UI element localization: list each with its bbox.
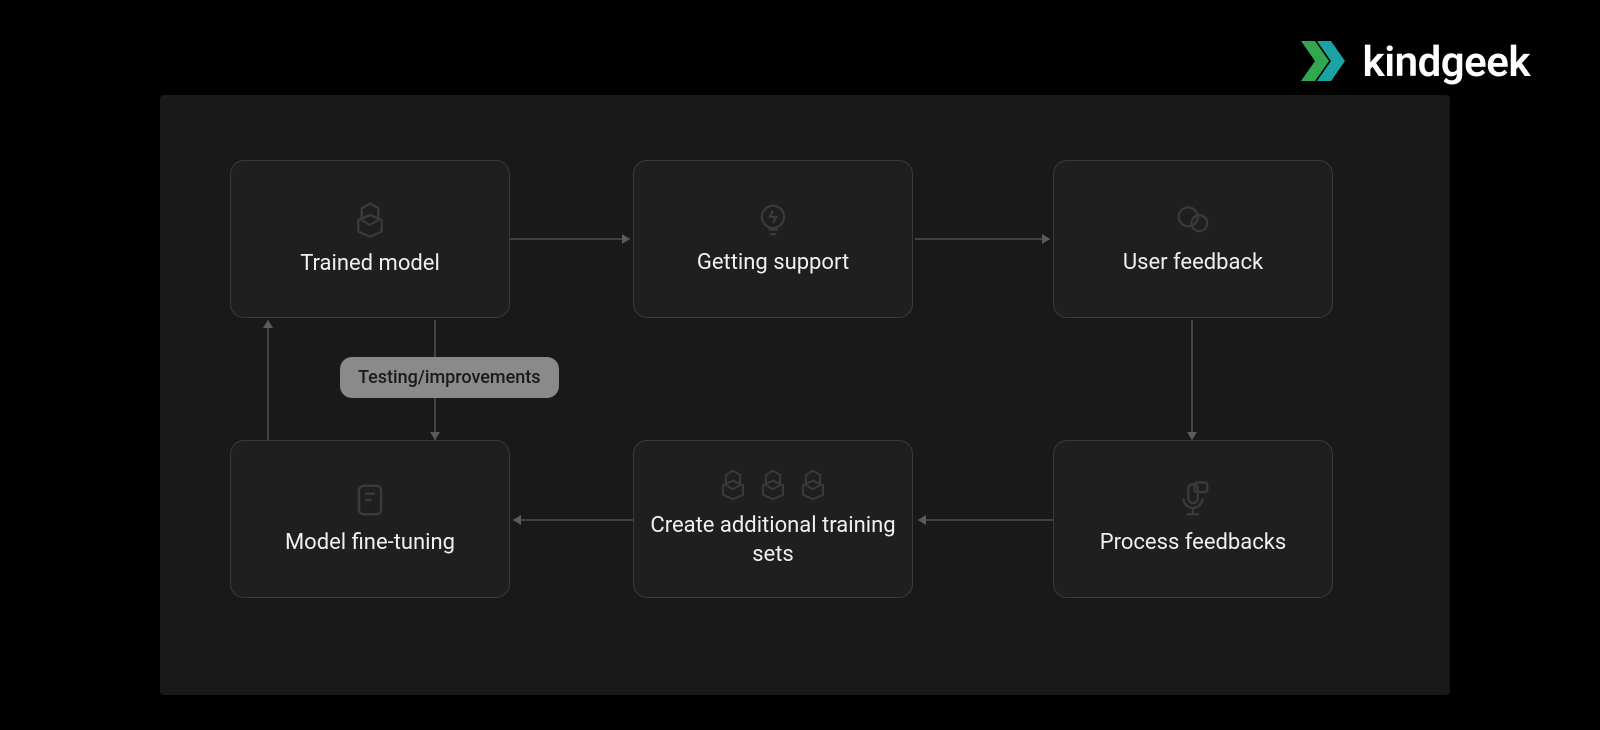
- edge-label-testing: Testing/improvements: [340, 357, 559, 398]
- node-label: Process feedbacks: [1085, 529, 1301, 558]
- node-label: User feedback: [1108, 249, 1278, 278]
- node-label: Getting support: [682, 249, 864, 278]
- node-label: Create additional training sets: [634, 512, 912, 569]
- logo-chevrons-icon: [1301, 39, 1349, 87]
- node-process-feedbacks: Process feedbacks: [1053, 440, 1333, 598]
- book-icon: [351, 481, 389, 519]
- chat-icon: [1174, 201, 1212, 239]
- node-user-feedback: User feedback: [1053, 160, 1333, 318]
- brand-logo: kindgeek: [1301, 38, 1530, 87]
- node-getting-support: Getting support: [633, 160, 913, 318]
- node-label: Model fine-tuning: [270, 529, 470, 558]
- node-trained-model: Trained model: [230, 160, 510, 318]
- openai-icon: [350, 200, 390, 240]
- mic-icon: [1174, 481, 1212, 519]
- node-label: Trained model: [285, 250, 455, 279]
- diagram-canvas: Trained model Getting support User feedb…: [160, 95, 1450, 695]
- brand-name: kindgeek: [1363, 38, 1530, 87]
- node-fine-tuning: Model fine-tuning: [230, 440, 510, 598]
- bulb-icon: [754, 201, 792, 239]
- openai-x3-icon: [716, 468, 830, 502]
- node-create-sets: Create additional training sets: [633, 440, 913, 598]
